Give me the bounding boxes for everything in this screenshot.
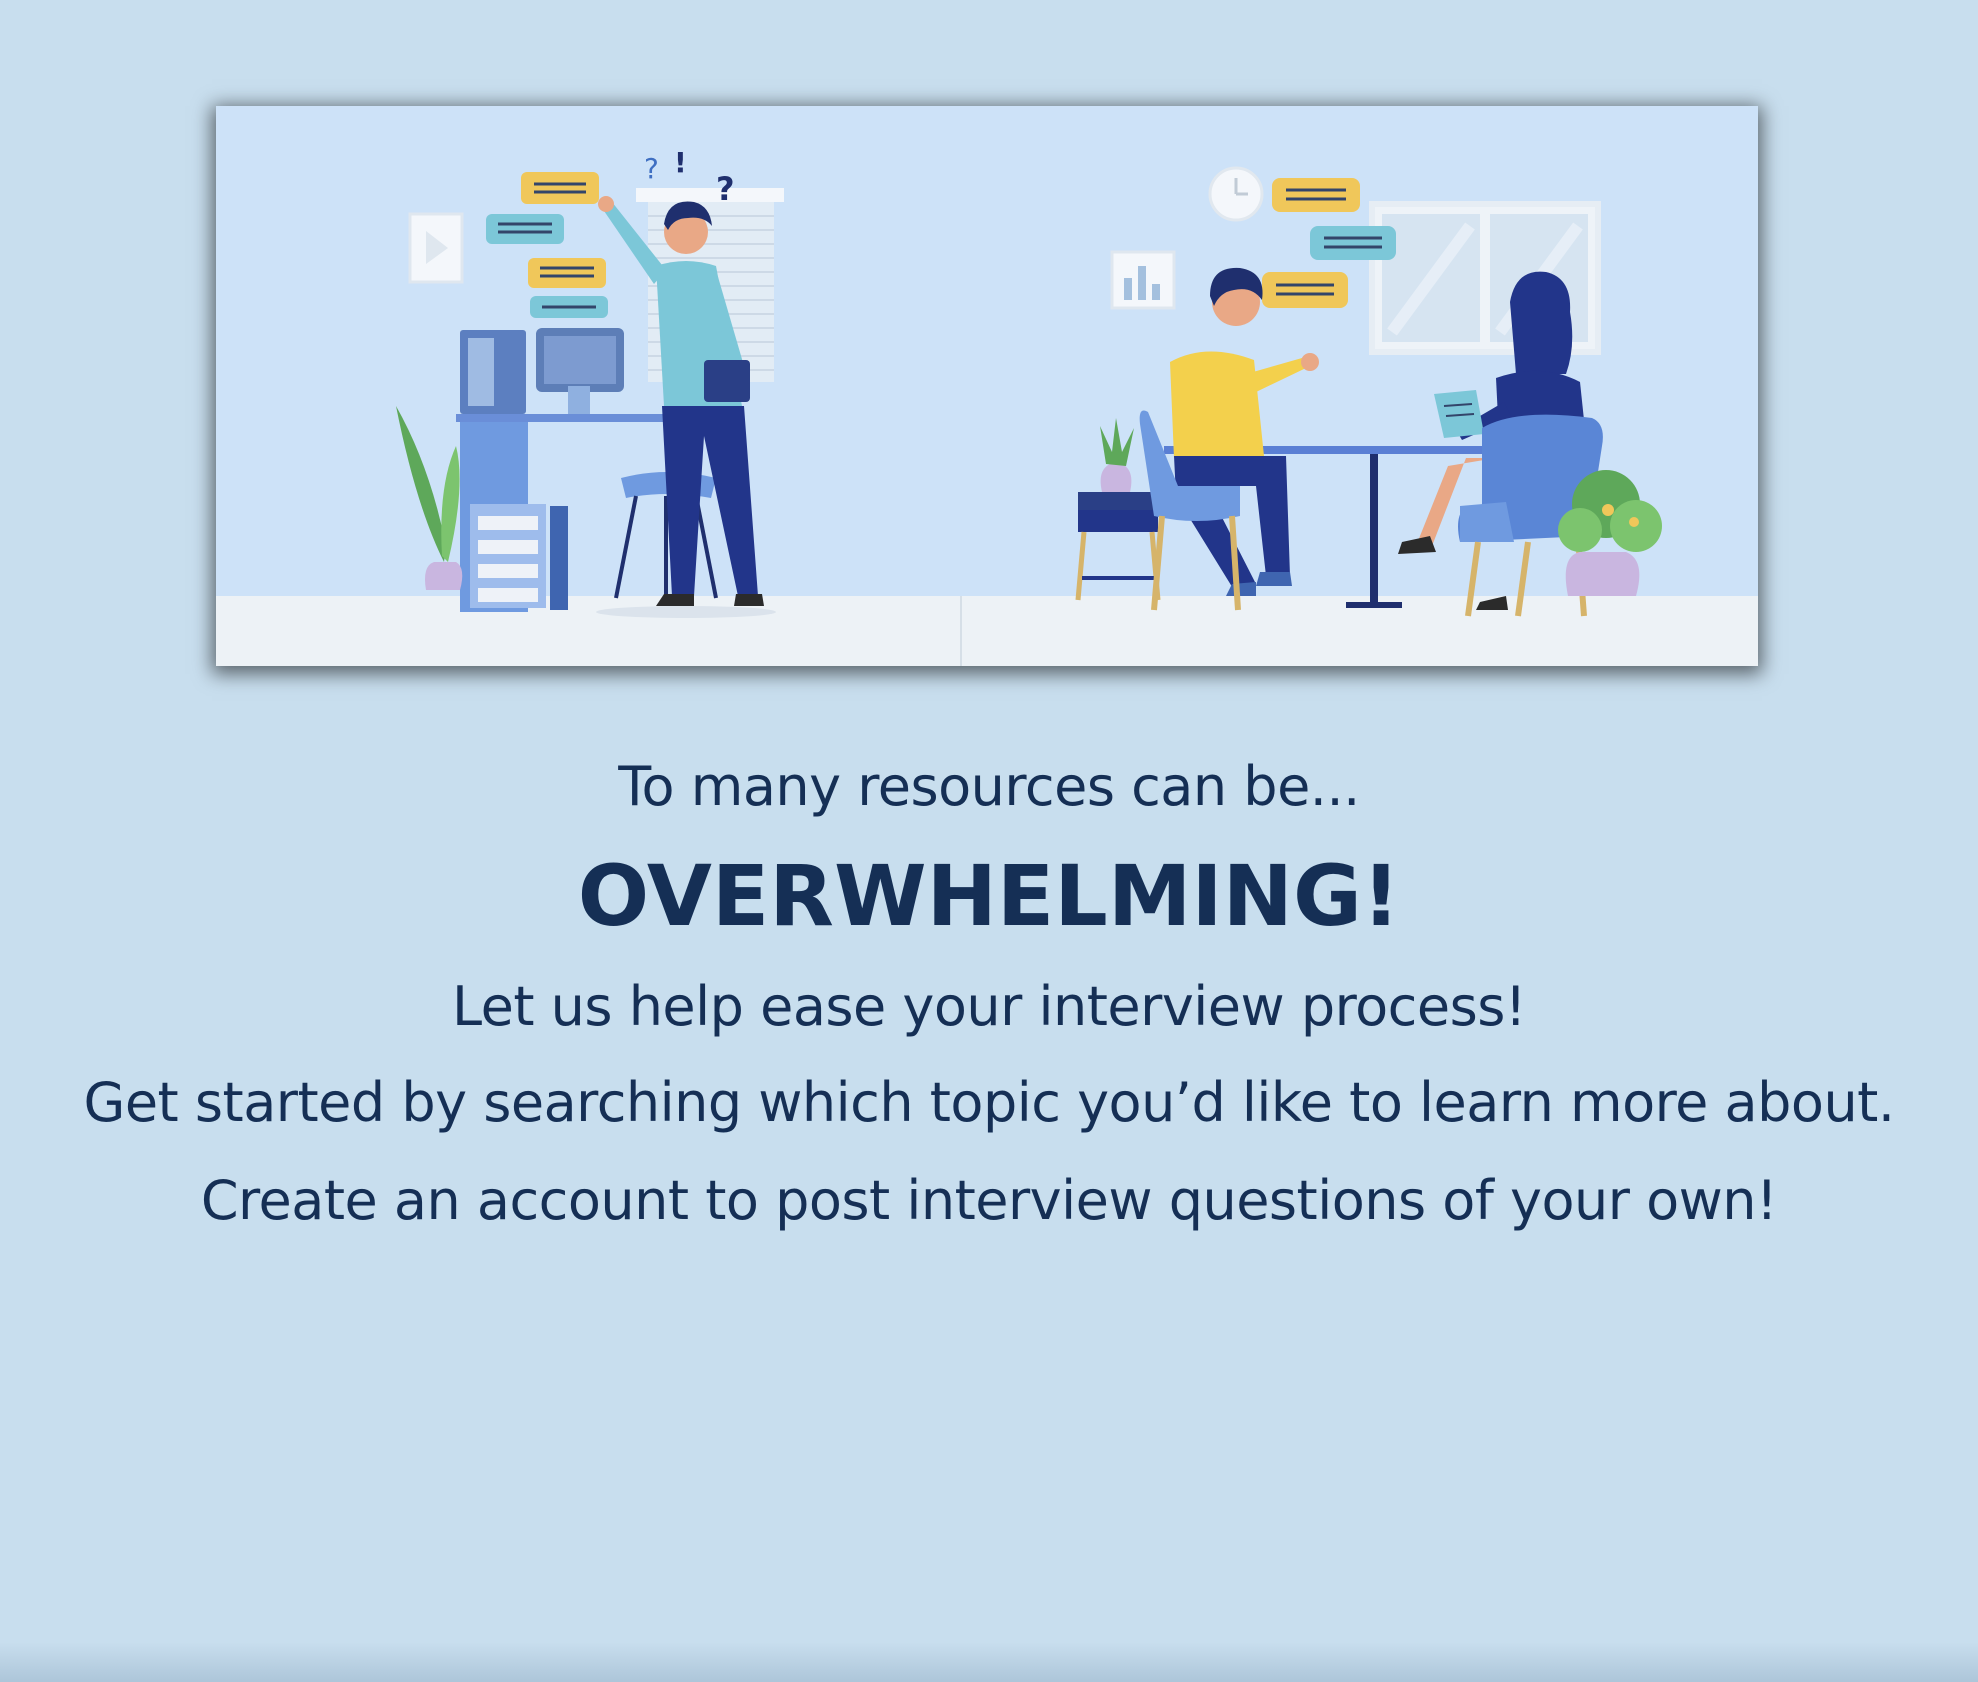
hero-banner: ? ! ? [216,106,1758,666]
search-prompt-text: Get started by searching which topic you… [83,1071,1895,1134]
interview-illustration: ? ! ? [216,106,1758,666]
svg-text:?: ? [644,152,659,185]
svg-text:?: ? [716,170,735,208]
intro-text: To many resources can be... [618,755,1360,818]
headline: OVERWHELMING! [577,847,1401,945]
bottom-fade [0,1642,1978,1682]
intro-copy: To many resources can be... OVERWHELMING… [0,760,1978,1228]
create-account-text: Create an account to post interview ques… [200,1169,1778,1232]
svg-text:!: ! [674,146,687,179]
tagline-text: Let us help ease your interview process! [451,975,1527,1038]
